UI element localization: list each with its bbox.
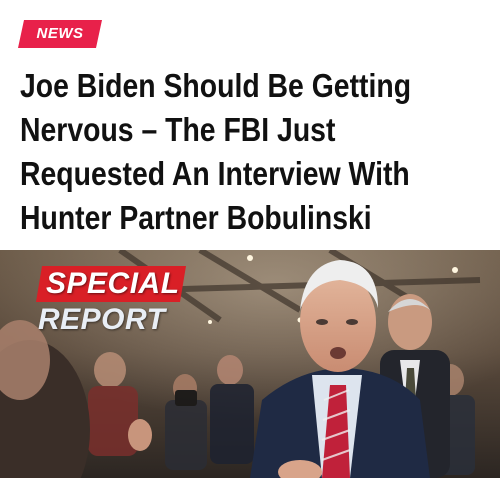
news-tag-label: NEWS: [36, 25, 84, 42]
headline-line-4: Hunter Partner Bobulinski: [20, 199, 372, 236]
special-banner-line-1: SPECIAL: [36, 266, 186, 302]
special-label: SPECIAL: [46, 267, 180, 300]
bottom-spacer: [0, 478, 500, 500]
headline-line-3: Requested An Interview With: [20, 155, 410, 192]
report-label: REPORT: [38, 303, 166, 336]
article-headline[interactable]: Joe Biden Should Be Getting Nervous – Th…: [20, 64, 424, 240]
headline-line-2: Nervous – The FBI Just: [20, 111, 336, 148]
special-banner-line-2: REPORT: [36, 302, 186, 338]
news-tag[interactable]: NEWS: [18, 20, 102, 48]
headline-line-1: Joe Biden Should Be Getting: [20, 67, 412, 104]
